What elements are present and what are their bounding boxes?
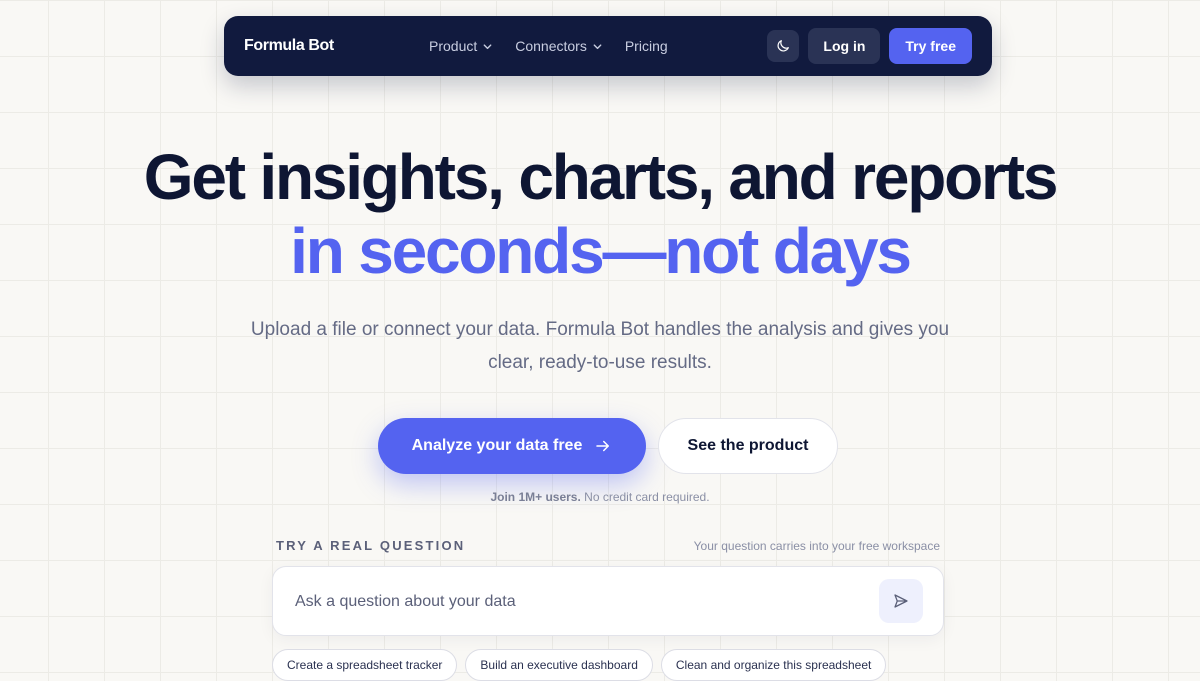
hero-subheadline: Upload a file or connect your data. Form… bbox=[250, 319, 950, 373]
suggestion-chips: Create a spreadsheet tracker Build an ex… bbox=[272, 649, 894, 681]
brand-logo[interactable]: Formula Bot bbox=[244, 16, 334, 76]
nav-links: Product Connectors Pricing bbox=[429, 16, 690, 76]
nav-pricing-link[interactable]: Pricing bbox=[625, 38, 668, 54]
nav-product-label: Product bbox=[429, 38, 478, 54]
signup-note-bold: Join 1M+ users. bbox=[490, 490, 581, 504]
nav-product-dropdown[interactable]: Product bbox=[429, 38, 493, 54]
send-question-button[interactable] bbox=[879, 579, 923, 623]
analyze-data-label: Analyze your data free bbox=[411, 437, 583, 454]
analyze-data-button[interactable]: Analyze your data free bbox=[378, 418, 646, 474]
top-navbar: Formula Bot Product Connectors Pricing L… bbox=[224, 16, 992, 76]
signup-note: Join 1M+ users. No credit card required. bbox=[0, 490, 1200, 504]
signup-note-text: No credit card required. bbox=[580, 490, 710, 504]
nav-connectors-dropdown[interactable]: Connectors bbox=[515, 38, 603, 54]
see-product-button[interactable]: See the product bbox=[658, 418, 838, 474]
suggestion-chip[interactable]: Create a spreadsheet tracker bbox=[272, 649, 458, 681]
question-section-label: TRY A REAL QUESTION bbox=[276, 538, 466, 553]
nav-pricing-label: Pricing bbox=[624, 38, 668, 54]
hero-headline: Get insights, charts, and reports in sec… bbox=[0, 140, 1200, 288]
login-button[interactable]: Log in bbox=[808, 28, 881, 64]
suggestion-chip[interactable]: Clean and organize this spreadsheet bbox=[660, 649, 887, 681]
question-box bbox=[272, 566, 944, 637]
chevron-down-icon bbox=[593, 43, 602, 49]
suggestion-chip[interactable]: Build an executive dashboard bbox=[465, 649, 653, 681]
chevron-down-icon bbox=[483, 43, 492, 49]
moon-icon bbox=[777, 40, 790, 52]
send-icon bbox=[894, 594, 908, 608]
theme-toggle-button[interactable] bbox=[767, 30, 800, 62]
hero-cta-group: Analyze your data free See the product bbox=[378, 418, 838, 474]
headline-line-2: in seconds—not days bbox=[290, 215, 912, 287]
arrow-right-icon bbox=[596, 440, 610, 452]
nav-actions: Log in Try free bbox=[767, 28, 972, 64]
nav-connectors-label: Connectors bbox=[515, 38, 587, 54]
try-free-button[interactable]: Try free bbox=[889, 28, 972, 64]
question-input[interactable] bbox=[293, 567, 857, 637]
headline-line-1: Get insights, charts, and reports bbox=[143, 141, 1059, 213]
question-hint: Your question carries into your free wor… bbox=[693, 539, 940, 553]
